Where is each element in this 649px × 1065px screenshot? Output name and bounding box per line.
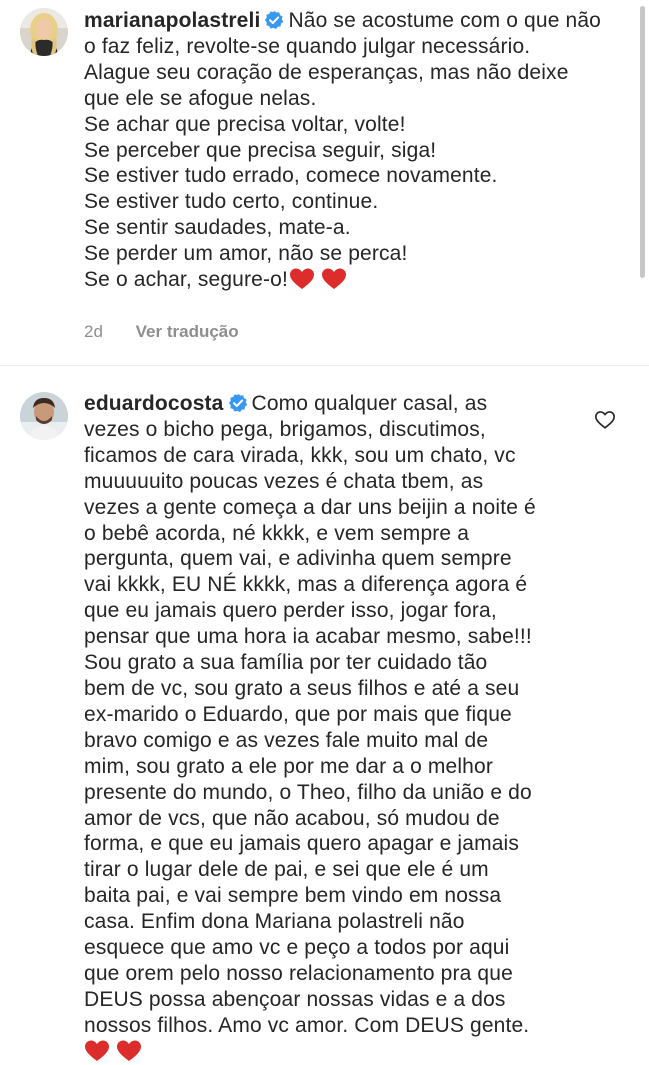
comment-line: Se estiver tudo certo, continue.: [84, 190, 379, 214]
comment-line: Se perder um amor, não se perca!: [84, 242, 408, 266]
avatar[interactable]: [20, 8, 68, 56]
comment-line: casa. Enfim dona Mariana polastreli não: [84, 910, 465, 934]
comment-line: presente do mundo, o Theo, filho da uniã…: [84, 780, 532, 804]
username[interactable]: eduardocosta: [84, 392, 224, 415]
comment-line: nossos filhos. Amo vc amor. Com DEUS gen…: [84, 1013, 530, 1037]
comment-line: ficamos de cara virada, kkk, sou um chat…: [84, 443, 516, 467]
heart-outline-icon[interactable]: [594, 409, 616, 431]
comment-line: que ele se afogue nelas.: [84, 86, 317, 110]
red-heart-emoji-icon: [289, 268, 314, 290]
username[interactable]: marianapolastreli: [84, 9, 260, 32]
comment-line: Como qualquer casal, as: [251, 392, 488, 415]
comment-line: Se o achar, segure-o!: [84, 268, 288, 292]
comment-line: tirar o lugar dele de pai, e sei que ele…: [84, 858, 489, 882]
comment-line: Se sentir saudades, mate-a.: [84, 216, 351, 240]
comment-line: baita pai, e vai sempre bem vindo em nos…: [84, 884, 502, 908]
comment-line: vai kkkk, EU NÉ kkkk, mas a diferença ag…: [84, 573, 528, 597]
scrollbar[interactable]: [640, 6, 645, 278]
comment-line: forma, e que eu jamais quero apagar e ja…: [84, 832, 520, 856]
divider: [0, 365, 649, 366]
comment-text: eduardocosta Como qualquer casal, as vez…: [84, 391, 629, 1065]
comment-line: Se estiver tudo errado, comece novamente…: [84, 164, 498, 188]
comment-line: vezes a gente começa a dar uns beijin a …: [84, 495, 536, 519]
red-heart-emoji-icon: [85, 1040, 109, 1061]
see-translation-button[interactable]: Ver tradução: [136, 322, 239, 342]
verified-badge-icon: [265, 10, 284, 30]
comment-line: Não se acostume com o que não: [288, 9, 601, 32]
comment-line: vezes o bicho pega, brigamos, discutimos…: [84, 417, 486, 441]
comment-line: mim, sou grato a ele por me dar a o melh…: [84, 754, 493, 778]
comment-line: esquece que amo vc e peço a todos por aq…: [84, 936, 510, 960]
comment-line: muuuuuito poucas vezes é chata tbem, as: [84, 469, 484, 493]
comment-line: bem de vc, sou grato a seus filhos e até…: [84, 676, 520, 700]
comment-line: Sou grato a sua família por ter cuidado …: [84, 651, 488, 675]
comment-line: que eu jamais quero perder isso, jogar f…: [84, 599, 497, 623]
red-heart-emoji-icon: [117, 1040, 141, 1061]
comment-line: Se achar que precisa voltar, volte!: [84, 112, 406, 136]
comment-line: que orem pelo nosso relacionamento pra q…: [84, 961, 513, 985]
comment-time: 2d: [84, 322, 103, 341]
comment-line: pergunta, quem vai, e adivinha quem semp…: [84, 547, 512, 571]
comment-line: DEUS possa abençoar nossas vidas e a dos: [84, 987, 506, 1011]
comment-line: amor de vcs, que não acabou, só mudou de: [84, 806, 500, 830]
avatar[interactable]: [20, 392, 68, 440]
verified-badge-icon: [228, 393, 247, 413]
comment-line: o faz feliz, revolte-se quando julgar ne…: [84, 34, 531, 58]
comment-line-hearts: [84, 1039, 629, 1065]
comment-line: o bebê acorda, né kkkk, e vem sempre a: [84, 521, 470, 545]
comment-line: pensar que uma hora ia acabar mesmo, sab…: [84, 625, 532, 649]
comment-meta: 2d Ver tradução: [84, 322, 239, 342]
comment-line: Alague seu coração de esperanças, mas nã…: [84, 60, 569, 84]
comment-text: marianapolastreli Não se acostume com o …: [84, 8, 629, 293]
comment-line: bravo comigo e as vezes fale muito mal d…: [84, 728, 489, 752]
comment-line: Se perceber que precisa seguir, siga!: [84, 138, 437, 162]
red-heart-emoji-icon: [321, 268, 346, 290]
comment-line: ex-marido o Eduardo, que por mais que fi…: [84, 702, 512, 726]
